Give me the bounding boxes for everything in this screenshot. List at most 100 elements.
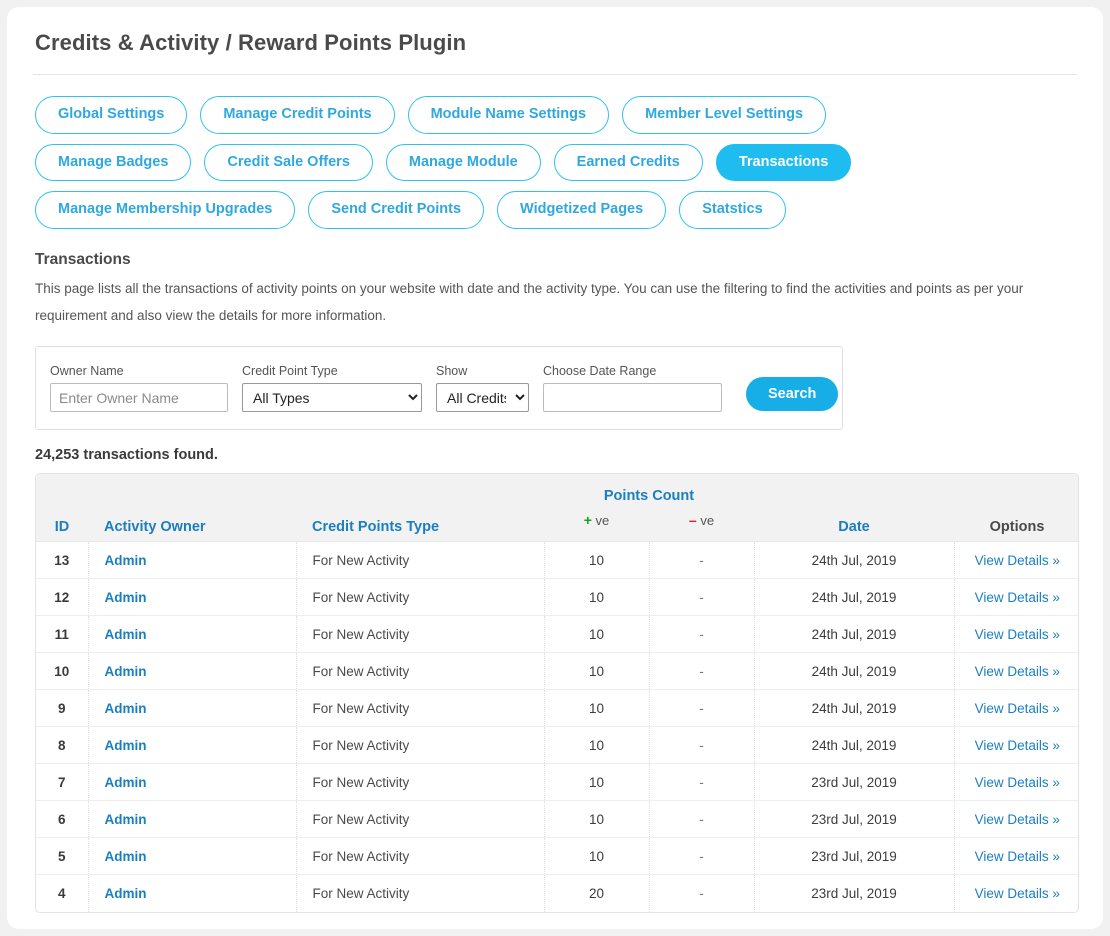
column-header-positive: + ve xyxy=(544,510,649,542)
row-options-cell: View Details » xyxy=(953,578,1078,616)
row-options-cell: View Details » xyxy=(953,874,1078,912)
credit-point-type-select[interactable]: All Types xyxy=(242,383,422,412)
row-date-cell: 24th Jul, 2019 xyxy=(753,689,954,727)
tab-widgetized-pages[interactable]: Widgetized Pages xyxy=(497,191,667,229)
section-description: This page lists all the transactions of … xyxy=(35,280,1024,323)
column-header-negative: – ve xyxy=(649,510,754,542)
column-header-activity-owner[interactable]: Activity Owner xyxy=(88,474,296,542)
row-type-cell: For New Activity xyxy=(295,689,544,727)
row-id-cell: 13 xyxy=(36,541,88,579)
row-date-cell: 23rd Jul, 2019 xyxy=(753,837,954,875)
row-options-link[interactable]: View Details » xyxy=(975,664,1060,679)
row-owner-cell: Admin xyxy=(87,726,296,764)
transactions-table: ID Activity Owner Credit Points Type Poi… xyxy=(36,474,1078,912)
column-header-credit-points-type[interactable]: Credit Points Type xyxy=(296,474,544,542)
row-date-cell: 24th Jul, 2019 xyxy=(753,652,954,690)
row-owner-link[interactable]: Admin xyxy=(105,701,147,716)
negative-label: ve xyxy=(700,513,715,528)
column-header-points-count: Points Count xyxy=(544,474,754,510)
row-date-cell: 23rd Jul, 2019 xyxy=(753,763,954,801)
table-header: ID Activity Owner Credit Points Type Poi… xyxy=(36,474,1078,542)
row-positive-cell: 20 xyxy=(543,874,649,912)
row-options-link[interactable]: View Details » xyxy=(975,627,1060,642)
row-owner-link[interactable]: Admin xyxy=(105,664,147,679)
row-owner-link[interactable]: Admin xyxy=(105,738,147,753)
row-id-cell: 7 xyxy=(36,763,88,801)
column-header-options: Options xyxy=(954,474,1078,542)
row-id-cell: 4 xyxy=(36,874,88,912)
tab-send-credit-points[interactable]: Send Credit Points xyxy=(308,191,485,229)
row-id-cell: 10 xyxy=(36,652,88,690)
row-type-cell: For New Activity xyxy=(295,652,544,690)
tab-manage-module[interactable]: Manage Module xyxy=(385,143,541,181)
row-type-cell: For New Activity xyxy=(295,615,544,653)
row-options-cell: View Details » xyxy=(953,763,1078,801)
row-negative-cell: - xyxy=(648,763,754,801)
row-negative-cell: - xyxy=(648,874,754,912)
row-owner-link[interactable]: Admin xyxy=(105,590,147,605)
row-options-cell: View Details » xyxy=(953,652,1078,690)
row-positive-cell: 10 xyxy=(543,800,649,838)
row-options-link[interactable]: View Details » xyxy=(975,701,1060,716)
row-options-cell: View Details » xyxy=(953,615,1078,653)
search-button[interactable]: Search xyxy=(746,377,839,411)
row-options-link[interactable]: View Details » xyxy=(975,849,1060,864)
row-owner-link[interactable]: Admin xyxy=(105,553,147,568)
row-positive-cell: 10 xyxy=(543,541,649,579)
row-id-cell: 6 xyxy=(36,800,88,838)
show-select[interactable]: All Credits xyxy=(436,383,529,412)
date-range-field-group: Choose Date Range xyxy=(543,364,722,412)
row-options-link[interactable]: View Details » xyxy=(975,553,1060,568)
tab-member-level-settings[interactable]: Member Level Settings xyxy=(622,96,827,134)
tab-manage-membership-upgrades[interactable]: Manage Membership Upgrades xyxy=(35,191,296,229)
row-owner-cell: Admin xyxy=(87,652,296,690)
row-options-link[interactable]: View Details » xyxy=(975,886,1060,901)
row-owner-link[interactable]: Admin xyxy=(105,775,147,790)
date-range-input[interactable] xyxy=(543,383,722,412)
plus-icon: + xyxy=(583,512,592,528)
row-options-link[interactable]: View Details » xyxy=(975,812,1060,827)
owner-name-input[interactable] xyxy=(50,383,228,412)
row-owner-cell: Admin xyxy=(87,541,296,579)
table-row: 10 Admin For New Activity 10-24th Jul, 2019… xyxy=(36,652,1078,690)
row-owner-cell: Admin xyxy=(87,689,296,727)
page-title: Credits & Activity / Reward Points Plugi… xyxy=(35,30,467,55)
tab-module-name-settings[interactable]: Module Name Settings xyxy=(407,96,610,134)
row-options-cell: View Details » xyxy=(953,837,1078,875)
tab-earned-credits[interactable]: Earned Credits xyxy=(553,143,703,181)
tab-statstics[interactable]: Statstics xyxy=(679,191,786,229)
row-id-cell: 9 xyxy=(36,689,88,727)
credit-point-type-label: Credit Point Type xyxy=(242,363,338,378)
row-options-link[interactable]: View Details » xyxy=(975,590,1060,605)
table-row: 9 Admin For New Activity 10-24th Jul, 2019 V… xyxy=(36,689,1078,727)
row-owner-cell: Admin xyxy=(87,800,296,838)
tab-credit-sale-offers[interactable]: Credit Sale Offers xyxy=(204,143,373,181)
row-owner-link[interactable]: Admin xyxy=(105,812,147,827)
tab-manage-credit-points[interactable]: Manage Credit Points xyxy=(200,96,395,134)
transactions-table-container: ID Activity Owner Credit Points Type Poi… xyxy=(35,473,1079,913)
row-options-link[interactable]: View Details » xyxy=(975,738,1060,753)
column-header-id[interactable]: ID xyxy=(36,474,88,542)
results-count: 24,253 transactions found. xyxy=(35,447,218,463)
row-options-cell: View Details » xyxy=(953,800,1078,838)
row-type-cell: For New Activity xyxy=(295,837,544,875)
tab-transactions[interactable]: Transactions xyxy=(715,143,852,181)
tab-manage-badges[interactable]: Manage Badges xyxy=(35,143,192,181)
page-card: Credits & Activity / Reward Points Plugi… xyxy=(7,7,1103,929)
row-owner-link[interactable]: Admin xyxy=(105,849,147,864)
owner-name-field-group: Owner Name xyxy=(50,364,228,412)
row-id-cell: 8 xyxy=(36,726,88,764)
tab-global-settings[interactable]: Global Settings xyxy=(35,96,188,134)
row-owner-link[interactable]: Admin xyxy=(105,886,147,901)
table-row: 12 Admin For New Activity 10-24th Jul, 2019… xyxy=(36,578,1078,616)
row-date-cell: 24th Jul, 2019 xyxy=(753,541,954,579)
row-owner-cell: Admin xyxy=(87,874,296,912)
row-owner-cell: Admin xyxy=(87,837,296,875)
row-options-link[interactable]: View Details » xyxy=(975,775,1060,790)
row-type-cell: For New Activity xyxy=(295,763,544,801)
column-header-date[interactable]: Date xyxy=(754,474,954,542)
table-row: 6 Admin For New Activity 10-23rd Jul, 2019 V… xyxy=(36,800,1078,838)
row-owner-link[interactable]: Admin xyxy=(105,627,147,642)
row-options-cell: View Details » xyxy=(953,541,1078,579)
positive-label: ve xyxy=(595,513,610,528)
